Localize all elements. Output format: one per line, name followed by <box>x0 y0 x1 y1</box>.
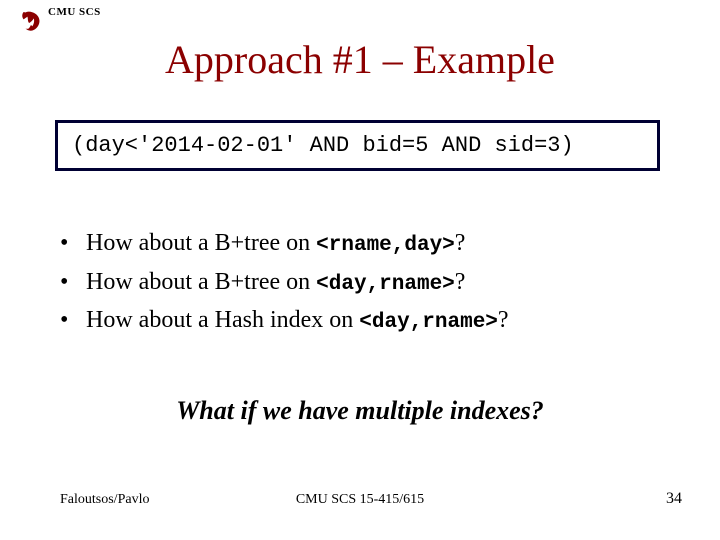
bullet-prefix: How about a B+tree on <box>86 230 316 256</box>
slide-title: Approach #1 – Example <box>0 36 720 83</box>
bullet-code: <rname,day> <box>316 234 455 257</box>
bullet-suffix: ? <box>455 269 466 295</box>
bullet-code: <day,rname> <box>359 311 498 334</box>
slide-number: 34 <box>666 490 682 508</box>
bullet-item: • How about a B+tree on <rname,day>? <box>60 224 670 263</box>
footer-course: CMU SCS 15-415/615 <box>0 492 720 508</box>
bullet-dot: • <box>60 263 86 301</box>
bullet-code: <day,rname> <box>316 273 455 296</box>
bullet-list: • How about a B+tree on <rname,day>? • H… <box>60 224 670 340</box>
bullet-dot: • <box>60 301 86 339</box>
bullet-suffix: ? <box>498 307 509 333</box>
bullet-prefix: How about a Hash index on <box>86 307 359 333</box>
query-box: (day<'2014-02-01' AND bid=5 AND sid=3) <box>55 120 660 171</box>
slide-header: CMU SCS <box>20 6 101 36</box>
bullet-prefix: How about a B+tree on <box>86 269 316 295</box>
cmu-dragon-logo <box>20 10 42 36</box>
bullet-item: • How about a Hash index on <day,rname>? <box>60 301 670 340</box>
bullet-suffix: ? <box>455 230 466 256</box>
header-org: CMU SCS <box>48 6 101 18</box>
question-text: What if we have multiple indexes? <box>0 396 720 426</box>
bullet-item: • How about a B+tree on <day,rname>? <box>60 263 670 302</box>
bullet-dot: • <box>60 224 86 262</box>
